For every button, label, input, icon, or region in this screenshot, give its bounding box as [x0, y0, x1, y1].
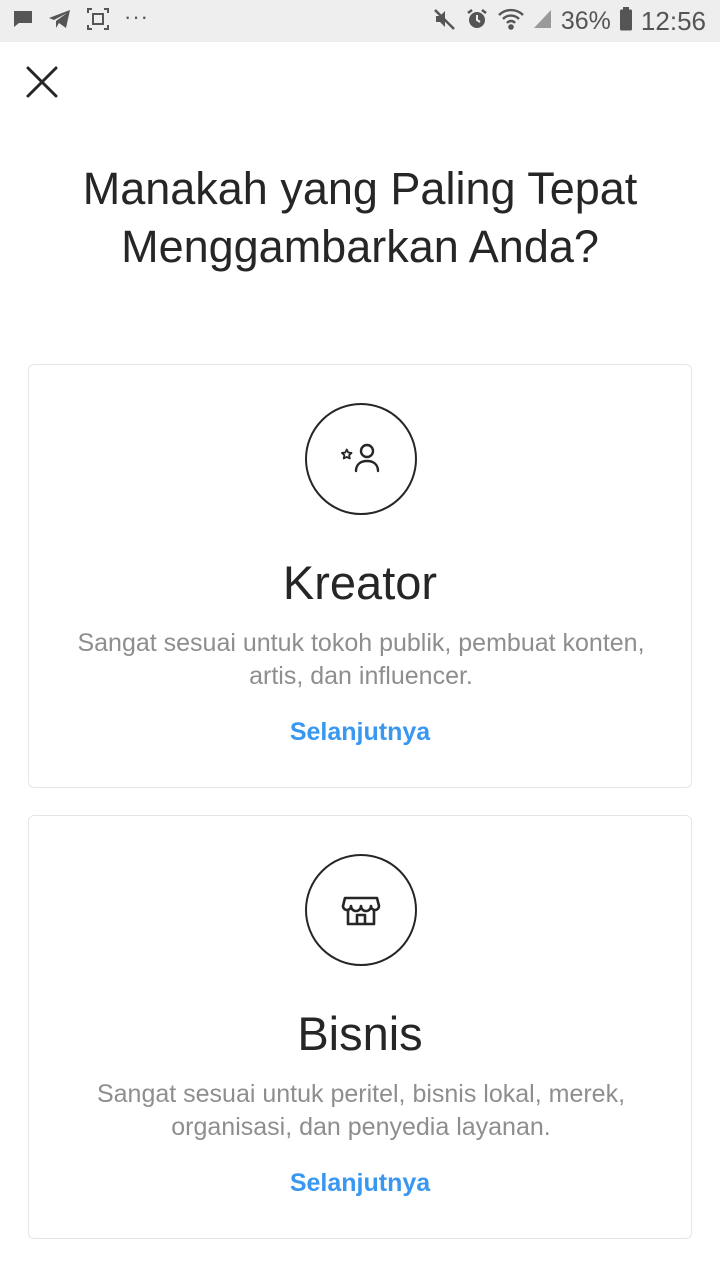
- wifi-icon: [497, 7, 525, 36]
- more-dots-icon: ···: [124, 4, 149, 29]
- screenshot-icon: [86, 7, 110, 36]
- close-icon: [26, 66, 58, 98]
- creator-icon-circle: [305, 403, 417, 515]
- mute-icon: [433, 7, 457, 36]
- telegram-icon: [48, 8, 72, 35]
- option-description: Sangat sesuai untuk peritel, bisnis loka…: [96, 1080, 626, 1141]
- option-card-bisnis[interactable]: Bisnis Sangat sesuai untuk peritel, bisn…: [28, 815, 692, 1239]
- option-title: Kreator: [282, 556, 438, 609]
- status-bar-right: 36% 12:56: [425, 6, 706, 37]
- clock-time: 12:56: [640, 5, 706, 36]
- close-button[interactable]: [22, 62, 62, 102]
- next-button-bisnis[interactable]: Selanjutnya: [29, 1166, 691, 1200]
- option-title: Bisnis: [297, 1007, 423, 1060]
- option-description: Sangat sesuai untuk tokoh publik, pembua…: [77, 629, 645, 690]
- option-card-kreator[interactable]: Kreator Sangat sesuai untuk tokoh publik…: [28, 364, 692, 788]
- status-bar-left: ···: [12, 4, 163, 36]
- alarm-icon: [465, 7, 489, 36]
- battery-percent: 36%: [560, 6, 611, 35]
- page-title: Manakah yang Paling Tepat Menggambarkan …: [82, 163, 638, 272]
- status-bar: ··· 36% 12:56: [0, 0, 720, 42]
- signal-icon: [533, 8, 553, 35]
- business-icon-circle: [305, 854, 417, 966]
- message-icon: [12, 8, 34, 35]
- creator-star-person-icon: [341, 443, 380, 473]
- next-button-kreator[interactable]: Selanjutnya: [29, 715, 691, 749]
- battery-icon: [619, 6, 633, 36]
- storefront-icon: [341, 896, 381, 926]
